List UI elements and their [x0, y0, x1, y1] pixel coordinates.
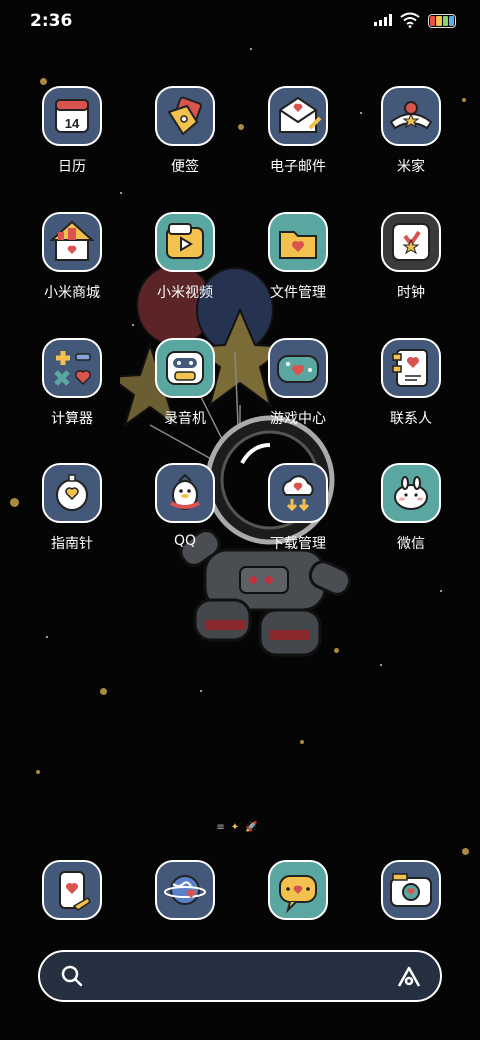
- app-download-manager[interactable]: 下载管理: [248, 463, 348, 553]
- calculator-icon: [42, 338, 102, 398]
- app-email[interactable]: 电子邮件: [248, 86, 348, 176]
- clock-icon: [381, 212, 441, 272]
- svg-text:14: 14: [65, 116, 80, 131]
- recorder-icon: [155, 338, 215, 398]
- app-recorder[interactable]: 录音机: [135, 338, 235, 428]
- app-label: 下载管理: [270, 536, 326, 552]
- app-compass[interactable]: 指南针: [22, 463, 122, 553]
- voice-assistant-icon[interactable]: [396, 964, 422, 990]
- dock-phone[interactable]: [22, 860, 122, 920]
- app-label: 电子邮件: [270, 159, 326, 175]
- app-label: 便签: [171, 159, 199, 175]
- app-file-manager[interactable]: 文件管理: [248, 212, 348, 302]
- battery-icon: [428, 14, 456, 28]
- calendar-icon: 14: [42, 86, 102, 146]
- app-contacts[interactable]: 联系人: [361, 338, 461, 428]
- app-game-center[interactable]: 游戏中心: [248, 338, 348, 428]
- game-center-icon: [268, 338, 328, 398]
- app-clock[interactable]: 时钟: [361, 212, 461, 302]
- app-notes[interactable]: 便签: [135, 86, 235, 176]
- app-qq[interactable]: QQ: [135, 463, 235, 549]
- app-mi-video[interactable]: 小米视频: [135, 212, 235, 302]
- app-mijia[interactable]: 米家: [361, 86, 461, 176]
- app-label: 文件管理: [270, 285, 326, 301]
- search-icon: [61, 965, 83, 987]
- qq-icon: [155, 463, 215, 523]
- email-icon: [268, 86, 328, 146]
- phone-icon: [42, 860, 102, 920]
- app-label: 联系人: [390, 411, 432, 427]
- wechat-icon: [381, 463, 441, 523]
- app-label: 计算器: [51, 411, 93, 427]
- dock-camera[interactable]: [361, 860, 461, 920]
- search-bar[interactable]: [38, 950, 442, 1002]
- app-label: 小米视频: [157, 285, 213, 301]
- app-label: 时钟: [397, 285, 425, 301]
- mi-store-icon: [42, 212, 102, 272]
- file-manager-icon: [268, 212, 328, 272]
- mijia-icon: [381, 86, 441, 146]
- notes-icon: [155, 86, 215, 146]
- app-label: 游戏中心: [270, 411, 326, 427]
- camera-icon: [381, 860, 441, 920]
- menu-icon: ≡: [216, 822, 231, 833]
- dock-messages[interactable]: [248, 860, 348, 920]
- app-label: 录音机: [164, 411, 206, 427]
- messages-icon: [268, 860, 328, 920]
- wifi-icon: [400, 12, 420, 28]
- app-label: 米家: [397, 159, 425, 175]
- app-label: 指南针: [51, 536, 93, 552]
- download-manager-icon: [268, 463, 328, 523]
- signal-icon: [374, 14, 392, 26]
- app-mi-store[interactable]: 小米商城: [22, 212, 122, 302]
- page-dot-icon: ✦: [230, 822, 246, 833]
- app-calendar[interactable]: 14 日历: [22, 86, 122, 176]
- app-label: 微信: [397, 536, 425, 552]
- status-time: 2:36: [30, 11, 73, 31]
- browser-icon: [155, 860, 215, 920]
- status-bar: 2:36: [0, 0, 480, 40]
- app-label: QQ: [173, 533, 197, 549]
- app-calculator[interactable]: 计算器: [22, 338, 122, 428]
- contacts-icon: [381, 338, 441, 398]
- compass-icon: [42, 463, 102, 523]
- app-wechat[interactable]: 微信: [361, 463, 461, 553]
- app-label: 小米商城: [44, 285, 100, 301]
- rocket-icon: 🚀: [245, 822, 264, 833]
- page-indicator[interactable]: ≡✦🚀: [0, 822, 480, 833]
- mi-video-icon: [155, 212, 215, 272]
- dock-browser[interactable]: [135, 860, 235, 920]
- app-label: 日历: [58, 159, 86, 175]
